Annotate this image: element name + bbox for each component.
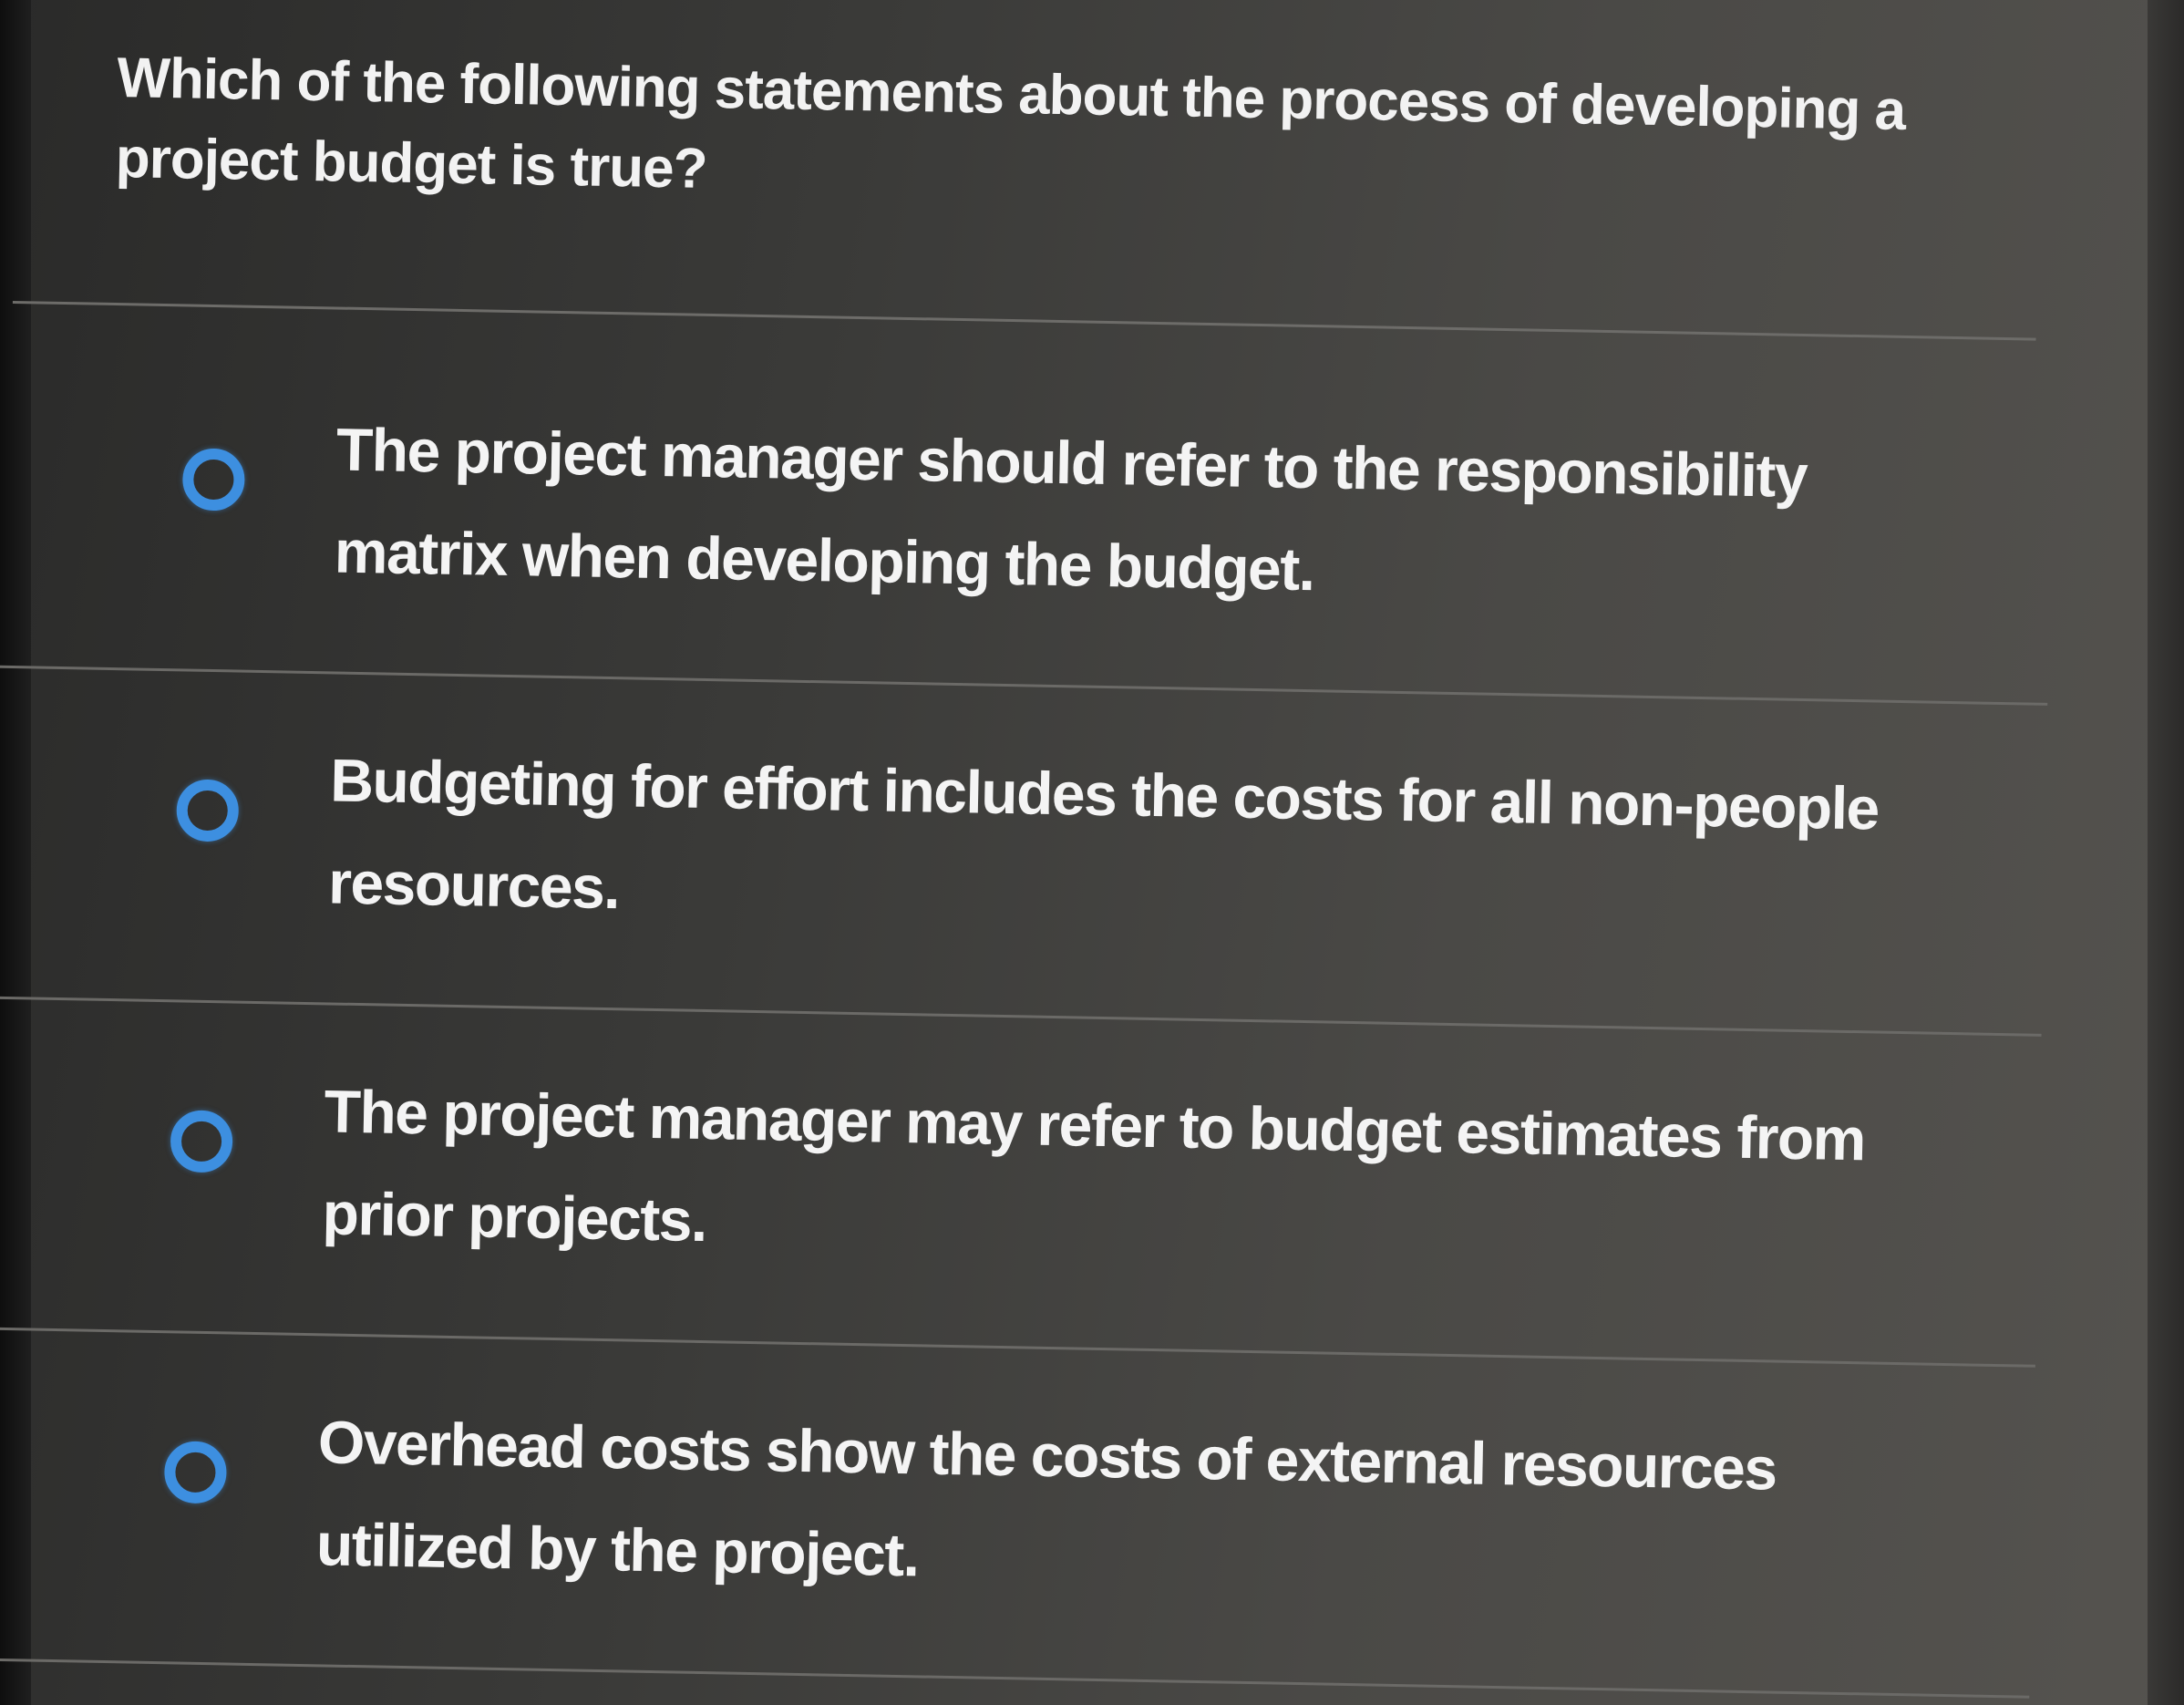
question-text: Which of the following statements about … bbox=[115, 46, 1906, 201]
answer-option-label: Overhead costs show the costs of externa… bbox=[315, 1408, 1777, 1589]
answer-option[interactable]: The project manager may refer to budget … bbox=[0, 998, 2042, 1368]
answer-option-label: Budgeting for effort includes the costs … bbox=[327, 746, 1880, 922]
divider bbox=[12, 300, 2036, 341]
answer-option-label: The project manager may refer to budget … bbox=[321, 1077, 1866, 1255]
radio-button[interactable] bbox=[181, 448, 246, 512]
answer-option-label: The project manager should refer to the … bbox=[334, 415, 1808, 604]
screen-bezel bbox=[2148, 0, 2184, 1705]
answer-option[interactable]: Budgeting for effort includes the costs … bbox=[0, 667, 2048, 1037]
answer-option[interactable]: Overhead costs show the costs of externa… bbox=[0, 1329, 2035, 1699]
question-card: Which of the following statements about … bbox=[0, 0, 2054, 1705]
radio-button[interactable] bbox=[163, 1441, 228, 1504]
radio-button[interactable] bbox=[170, 1110, 233, 1173]
quiz-screen: Which of the following statements about … bbox=[0, 0, 2184, 1705]
radio-button[interactable] bbox=[176, 779, 240, 842]
answer-option[interactable]: The project manager should refer to the … bbox=[0, 336, 2054, 706]
